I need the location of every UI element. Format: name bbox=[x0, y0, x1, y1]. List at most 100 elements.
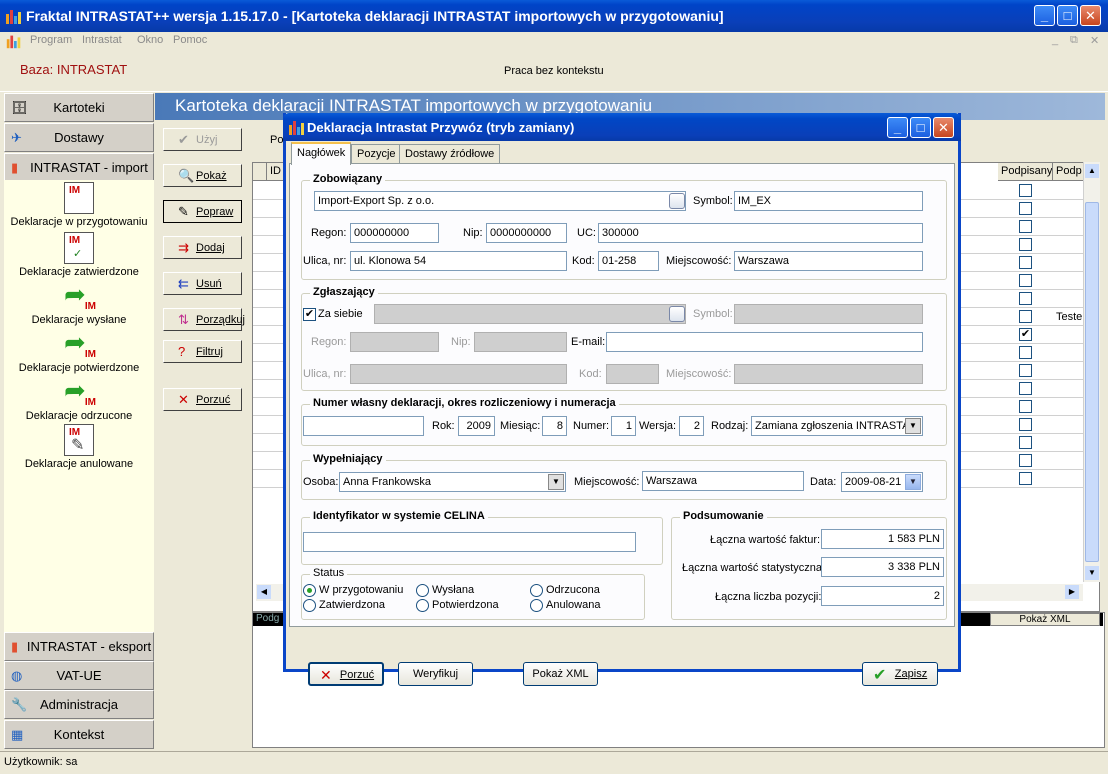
obligated-symbol-field[interactable]: IM_EX bbox=[734, 191, 923, 211]
menu-okno[interactable]: Okno bbox=[137, 34, 163, 46]
nav-vat-ue[interactable]: ◍ VAT-UE bbox=[4, 661, 154, 690]
show-xml-button[interactable]: Pokaż XML bbox=[523, 662, 598, 686]
row-signed-checkbox[interactable] bbox=[1019, 418, 1032, 431]
nav-kartoteki[interactable]: 🗄 Kartoteki bbox=[4, 93, 154, 122]
show-button[interactable]: 🔍 Pokaż bbox=[163, 164, 242, 187]
person-select[interactable]: Anna Frankowska ▼ bbox=[339, 472, 566, 492]
minimize-button[interactable]: _ bbox=[1034, 5, 1055, 26]
nip-field[interactable]: 0000000000 bbox=[486, 223, 567, 243]
nav-intrastat-import[interactable]: ▮ INTRASTAT - import bbox=[4, 153, 154, 182]
city-field[interactable]: Warszawa bbox=[734, 251, 923, 271]
year-field[interactable]: 2009 bbox=[458, 416, 495, 436]
verify-button[interactable]: Weryfikuj bbox=[398, 662, 473, 686]
row-signed-checkbox[interactable] bbox=[1019, 292, 1032, 305]
tab-pozycje[interactable]: Pozycje bbox=[351, 144, 402, 164]
scroll-right-icon[interactable]: ▶ bbox=[1065, 585, 1079, 599]
row-signed-checkbox[interactable]: ✔ bbox=[1019, 328, 1032, 341]
scroll-left-icon[interactable]: ◀ bbox=[257, 585, 271, 599]
declarant-symbol-field bbox=[734, 304, 923, 324]
dialog-maximize-button[interactable]: □ bbox=[910, 117, 931, 138]
celina-id-field[interactable] bbox=[303, 532, 636, 552]
calendar-dropdown-icon[interactable]: ▼ bbox=[905, 474, 921, 490]
uc-field[interactable]: 300000 bbox=[598, 223, 923, 243]
sequence-field[interactable]: 1 bbox=[611, 416, 636, 436]
scroll-down-icon[interactable]: ▼ bbox=[1085, 566, 1099, 580]
regon-field[interactable]: 000000000 bbox=[350, 223, 439, 243]
menu-pomoc[interactable]: Pomoc bbox=[173, 34, 207, 46]
row-signed-checkbox[interactable] bbox=[1019, 400, 1032, 413]
row-signed-checkbox[interactable] bbox=[1019, 310, 1032, 323]
mdi-close-icon[interactable]: ✕ bbox=[1090, 34, 1099, 47]
postcode-field[interactable]: 01-258 bbox=[598, 251, 659, 271]
nav-item-wyslane[interactable]: ➦ IM Deklaracje wysłane bbox=[4, 280, 154, 326]
row-signed-checkbox[interactable] bbox=[1019, 454, 1032, 467]
nav-item-odrzucone[interactable]: ➦ IM Deklaracje odrzucone bbox=[4, 376, 154, 422]
menu-program[interactable]: Program bbox=[30, 34, 72, 46]
chevron-down-icon[interactable]: ▼ bbox=[905, 418, 921, 434]
save-button[interactable]: ✔ Zapisz bbox=[862, 662, 938, 686]
obligated-lookup-button[interactable] bbox=[669, 193, 685, 209]
row-signed-checkbox[interactable] bbox=[1019, 382, 1032, 395]
scroll-up-icon[interactable]: ▲ bbox=[1085, 164, 1099, 178]
status-radio-odrzucona[interactable] bbox=[530, 584, 543, 597]
tab-dostawy-zrodlowe[interactable]: Dostawy źródłowe bbox=[399, 144, 501, 164]
preview-tab[interactable]: Podg bbox=[256, 613, 279, 624]
edit-button[interactable]: ✎ Popraw bbox=[163, 200, 242, 223]
nav-item-zatwierdzone[interactable]: IM ✓ Deklaracje zatwierdzone bbox=[4, 232, 154, 278]
nav-item-potwierdzone[interactable]: ➦ IM Deklaracje potwierdzone bbox=[4, 328, 154, 374]
email-field[interactable] bbox=[606, 332, 923, 352]
own-number-field[interactable] bbox=[303, 416, 424, 436]
status-radio-w-przygotowaniu[interactable] bbox=[303, 584, 316, 597]
row-signed-checkbox[interactable] bbox=[1019, 472, 1032, 485]
row-signed-checkbox[interactable] bbox=[1019, 436, 1032, 449]
status-radio-anulowana[interactable] bbox=[530, 599, 543, 612]
discard-button[interactable]: ✕ Porzuć bbox=[308, 662, 384, 686]
declarant-lookup-button[interactable] bbox=[669, 306, 685, 322]
street-field[interactable]: ul. Klonowa 54 bbox=[350, 251, 567, 271]
menu-intrastat[interactable]: Intrastat bbox=[82, 34, 122, 46]
dialog-close-button[interactable]: ✕ bbox=[933, 117, 954, 138]
mdi-minimize-icon[interactable]: _ bbox=[1052, 34, 1058, 46]
chevron-down-icon[interactable]: ▼ bbox=[548, 474, 564, 490]
nav-administracja[interactable]: 🔧 Administracja bbox=[4, 690, 154, 719]
month-field[interactable]: 8 bbox=[542, 416, 567, 436]
row-signed-checkbox[interactable] bbox=[1019, 274, 1032, 287]
status-radio-wyslana[interactable] bbox=[416, 584, 429, 597]
status-radio-zatwierdzona[interactable] bbox=[303, 599, 316, 612]
nav-item-w-przygotowaniu[interactable]: IM Deklaracje w przygotowaniu bbox=[4, 182, 154, 228]
tab-naglowek[interactable]: Nagłówek bbox=[291, 142, 352, 165]
version-field[interactable]: 2 bbox=[679, 416, 704, 436]
vertical-scrollbar[interactable]: ▲ ▼ bbox=[1083, 162, 1100, 582]
close-button[interactable]: ✕ bbox=[1080, 5, 1101, 26]
col-podpisany[interactable]: Podpisany bbox=[998, 163, 1053, 181]
row-signed-checkbox[interactable] bbox=[1019, 184, 1032, 197]
nav-kontekst[interactable]: ▦ Kontekst bbox=[4, 720, 154, 749]
sort-button[interactable]: ⇅ Porządkuj bbox=[163, 308, 245, 331]
date-picker[interactable]: 2009-08-21 ▼ bbox=[841, 472, 923, 492]
row-signed-checkbox[interactable] bbox=[1019, 220, 1032, 233]
delete-button[interactable]: ⇇ Usuń bbox=[163, 272, 242, 295]
dialog-minimize-button[interactable]: _ bbox=[887, 117, 908, 138]
row-signed-checkbox[interactable] bbox=[1019, 364, 1032, 377]
maximize-button[interactable]: □ bbox=[1057, 5, 1078, 26]
nav-dostawy[interactable]: ✈ Dostawy bbox=[4, 123, 154, 152]
add-button[interactable]: ⇉ Dodaj bbox=[163, 236, 242, 259]
row-signed-checkbox[interactable] bbox=[1019, 202, 1032, 215]
discard-list-button[interactable]: ✕ Porzuć bbox=[163, 388, 242, 411]
col-podp[interactable]: Podp bbox=[1053, 163, 1087, 181]
row-signed-checkbox[interactable] bbox=[1019, 238, 1032, 251]
type-select[interactable]: Zamiana zgłoszenia INTRASTAT ▼ bbox=[751, 416, 923, 436]
filter-button[interactable]: ? Filtruj bbox=[163, 340, 242, 363]
nav-item-anulowane[interactable]: IM ✎ Deklaracje anulowane bbox=[4, 424, 154, 470]
row-signed-checkbox[interactable] bbox=[1019, 256, 1032, 269]
obligated-name-field[interactable]: Import-Export Sp. z o.o. bbox=[314, 191, 686, 211]
status-radio-potwierdzona[interactable] bbox=[416, 599, 429, 612]
show-xml-panel-button[interactable]: Pokaż XML bbox=[990, 613, 1100, 626]
scroll-thumb[interactable] bbox=[1085, 202, 1099, 562]
mdi-restore-icon[interactable]: ⧉ bbox=[1070, 34, 1078, 47]
nav-intrastat-eksport[interactable]: ▮ INTRASTAT - eksport bbox=[4, 632, 154, 661]
row-signed-checkbox[interactable] bbox=[1019, 346, 1032, 359]
use-button[interactable]: ✔ Użyj bbox=[163, 128, 242, 151]
za-siebie-checkbox[interactable]: ✔ bbox=[303, 308, 316, 321]
filler-city-field[interactable]: Warszawa bbox=[642, 471, 804, 491]
